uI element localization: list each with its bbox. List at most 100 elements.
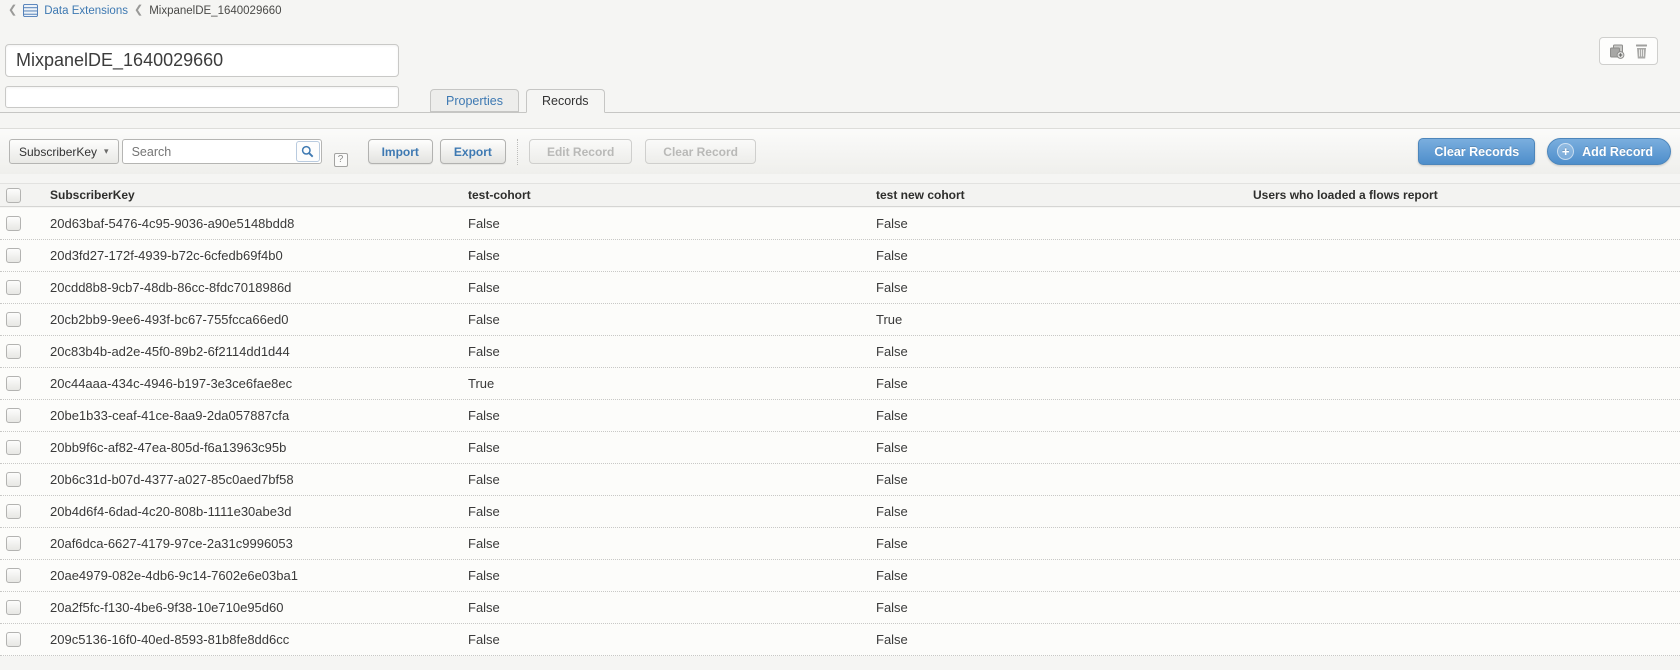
cell-test-new-cohort: False [866, 536, 1243, 551]
table-body: 20d63baf-5476-4c95-9036-a90e5148bdd8Fals… [0, 208, 1680, 656]
table-row: 20a2f5fc-f130-4be6-9f38-10e710e95d60Fals… [0, 592, 1680, 624]
clear-record-button[interactable]: Clear Record [645, 139, 756, 164]
import-button[interactable]: Import [368, 139, 433, 164]
column-header-users-flows-report: Users who loaded a flows report [1243, 188, 1680, 202]
cell-test-new-cohort: False [866, 248, 1243, 263]
cell-test-new-cohort: False [866, 568, 1243, 583]
table-row: 20af6dca-6627-4179-97ce-2a31c9996053Fals… [0, 528, 1680, 560]
add-record-button[interactable]: + Add Record [1547, 138, 1671, 165]
cell-test-new-cohort: False [866, 216, 1243, 231]
row-checkbox[interactable] [6, 280, 21, 295]
cell-subscriber-key: 20cdd8b8-9cb7-48db-86cc-8fdc7018986d [40, 280, 458, 295]
cell-subscriber-key: 20d3fd27-172f-4939-b72c-6cfedb69f4b0 [40, 248, 458, 263]
column-header-subscriberkey: SubscriberKey [40, 188, 458, 202]
edit-record-button[interactable]: Edit Record [529, 139, 632, 164]
search-field-dropdown[interactable]: SubscriberKey ▾ [9, 139, 119, 164]
cell-subscriber-key: 20af6dca-6627-4179-97ce-2a31c9996053 [40, 536, 458, 551]
cell-test-new-cohort: False [866, 376, 1243, 391]
row-checkbox[interactable] [6, 536, 21, 551]
breadcrumb: ❮ Data Extensions ❮ MixpanelDE_164002966… [8, 4, 282, 17]
cell-subscriber-key: 209c5136-16f0-40ed-8593-81b8fe8dd6cc [40, 632, 458, 647]
toolbar-divider [517, 139, 518, 165]
row-checkbox[interactable] [6, 344, 21, 359]
row-checkbox[interactable] [6, 408, 21, 423]
table-row: 20c83b4b-ad2e-45f0-89b2-6f2114dd1d44Fals… [0, 336, 1680, 368]
table-row: 20bb9f6c-af82-47ea-805d-f6a13963c95bFals… [0, 432, 1680, 464]
cell-test-new-cohort: False [866, 440, 1243, 455]
row-checkbox[interactable] [6, 632, 21, 647]
table-row: 20c44aaa-434c-4946-b197-3e3ce6fae8ecTrue… [0, 368, 1680, 400]
table-row: 20cdd8b8-9cb7-48db-86cc-8fdc7018986d Fals… [0, 272, 1680, 304]
cell-test-new-cohort: True [866, 312, 1243, 327]
row-checkbox[interactable] [6, 440, 21, 455]
row-checkbox[interactable] [6, 568, 21, 583]
table-row: 20d63baf-5476-4c95-9036-a90e5148bdd8Fals… [0, 208, 1680, 240]
breadcrumb-separator-icon: ❮ [134, 5, 143, 16]
select-all-checkbox[interactable] [6, 188, 21, 203]
row-checkbox[interactable] [6, 216, 21, 231]
cell-test-new-cohort: False [866, 408, 1243, 423]
cell-test-cohort: True [458, 376, 866, 391]
breadcrumb-link-data-extensions[interactable]: Data Extensions [44, 5, 128, 17]
table-row: 20b4d6f4-6dad-4c20-808b-1111e30abe3dFals… [0, 496, 1680, 528]
table-header: SubscriberKey test-cohort test new cohor… [0, 183, 1680, 207]
cell-subscriber-key: 20b4d6f4-6dad-4c20-808b-1111e30abe3d [40, 504, 458, 519]
cell-test-new-cohort: False [866, 600, 1243, 615]
cell-test-cohort: False [458, 600, 866, 615]
table-row: 20be1b33-ceaf-41ce-8aa9-2da057887cfaFals… [0, 400, 1680, 432]
cell-test-cohort: False [458, 344, 866, 359]
cell-subscriber-key: 20bb9f6c-af82-47ea-805d-f6a13963c95b [40, 440, 458, 455]
column-header-test-cohort: test-cohort [458, 188, 866, 202]
cell-test-cohort: False [458, 440, 866, 455]
copy-icon[interactable] [1609, 44, 1625, 59]
search-button[interactable] [296, 141, 320, 162]
table-row: 20ae4979-082e-4db6-9c14-7602e6e03ba1Fals… [0, 560, 1680, 592]
tab-records[interactable]: Records [526, 89, 605, 113]
row-checkbox[interactable] [6, 376, 21, 391]
search-input[interactable] [122, 139, 322, 164]
help-icon[interactable]: ? [334, 153, 348, 167]
cell-subscriber-key: 20d63baf-5476-4c95-9036-a90e5148bdd8 [40, 216, 458, 231]
plus-icon: + [1557, 143, 1574, 160]
cell-test-cohort: False [458, 248, 866, 263]
cell-test-cohort: False [458, 536, 866, 551]
cell-test-new-cohort: False [866, 504, 1243, 519]
cell-test-cohort: False [458, 216, 866, 231]
table-row: 209c5136-16f0-40ed-8593-81b8fe8dd6ccFals… [0, 624, 1680, 656]
cell-subscriber-key: 20b6c31d-b07d-4377-a027-85c0aed7bf58 [40, 472, 458, 487]
cell-subscriber-key: 20c44aaa-434c-4946-b197-3e3ce6fae8ec [40, 376, 458, 391]
data-extensions-grid-icon [23, 4, 38, 17]
export-button[interactable]: Export [440, 139, 506, 164]
tab-bar: Properties Records [0, 89, 1680, 113]
cell-test-cohort: False [458, 568, 866, 583]
cell-subscriber-key: 20cb2bb9-9ee6-493f-bc67-755fcca66ed0 [40, 312, 458, 327]
cell-test-cohort: False [458, 504, 866, 519]
cell-test-new-cohort: False [866, 344, 1243, 359]
row-checkbox[interactable] [6, 248, 21, 263]
cell-test-cohort: False [458, 632, 866, 647]
records-toolbar: SubscriberKey ▾ ? Import Export Edit Rec… [0, 128, 1680, 174]
cell-test-new-cohort: False [866, 280, 1243, 295]
breadcrumb-current: MixpanelDE_1640029660 [149, 5, 281, 17]
delete-icon[interactable] [1635, 44, 1648, 59]
table-row: 20cb2bb9-9ee6-493f-bc67-755fcca66ed0Fals… [0, 304, 1680, 336]
cell-subscriber-key: 20be1b33-ceaf-41ce-8aa9-2da057887cfa [40, 408, 458, 423]
data-extension-name-input[interactable] [5, 44, 399, 77]
column-header-test-new-cohort: test new cohort [866, 188, 1243, 202]
cell-subscriber-key: 20a2f5fc-f130-4be6-9f38-10e710e95d60 [40, 600, 458, 615]
cell-test-new-cohort: False [866, 472, 1243, 487]
row-checkbox[interactable] [6, 600, 21, 615]
row-checkbox[interactable] [6, 472, 21, 487]
row-checkbox[interactable] [6, 312, 21, 327]
tab-properties[interactable]: Properties [430, 89, 519, 112]
row-checkbox[interactable] [6, 504, 21, 519]
table-row: 20b6c31d-b07d-4377-a027-85c0aed7bf58Fals… [0, 464, 1680, 496]
cell-subscriber-key: 20c83b4b-ad2e-45f0-89b2-6f2114dd1d44 [40, 344, 458, 359]
cell-test-cohort: False [458, 472, 866, 487]
clear-records-button[interactable]: Clear Records [1418, 138, 1535, 165]
back-chevron-icon[interactable]: ❮ [8, 5, 17, 16]
cell-test-cohort: False [458, 408, 866, 423]
chevron-down-icon: ▾ [104, 146, 109, 157]
search-icon [301, 145, 314, 158]
cell-subscriber-key: 20ae4979-082e-4db6-9c14-7602e6e03ba1 [40, 568, 458, 583]
